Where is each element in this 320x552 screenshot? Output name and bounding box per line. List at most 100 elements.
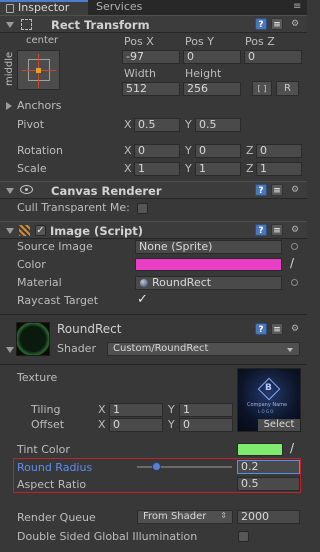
rect-transform-header[interactable]: Rect Transform ? ≡ ⚙: [0, 15, 307, 33]
source-image-label: Source Image: [17, 240, 93, 253]
raycast-target-checkbox[interactable]: ✓: [137, 292, 148, 307]
preset-icon[interactable]: ≡: [271, 184, 283, 196]
material-label: Material: [17, 276, 62, 289]
image-script-header[interactable]: ✓ Image (Script) ? ≡ ⚙: [0, 221, 307, 239]
pos-y-field[interactable]: 0: [183, 50, 241, 64]
texture-slot[interactable]: B Company Name L O G O Select: [237, 368, 301, 432]
chevron-updown-icon: ⇕: [220, 511, 227, 520]
foldout-arrow-icon[interactable]: [6, 228, 14, 234]
scale-z-field[interactable]: 1: [256, 162, 302, 176]
pos-x-field[interactable]: -97: [122, 50, 180, 64]
tint-color-swatch[interactable]: [237, 443, 283, 456]
eyedropper-icon[interactable]: /: [290, 441, 294, 455]
double-sided-gi-checkbox[interactable]: [238, 531, 249, 542]
tiling-y-label: Y: [168, 403, 175, 416]
rot-y-label: Y: [185, 144, 192, 157]
settings-gear-icon[interactable]: ⚙: [289, 184, 301, 196]
raw-edit-button[interactable]: R: [276, 81, 299, 96]
help-icon[interactable]: ?: [255, 323, 267, 335]
round-radius-field[interactable]: 0.2: [237, 460, 300, 474]
width-label: Width: [124, 67, 156, 80]
tiling-y-field[interactable]: 1: [179, 403, 233, 417]
tab-services-label: Services: [96, 0, 143, 13]
anchor-presets-button[interactable]: [17, 50, 60, 90]
scale-y-field[interactable]: 1: [195, 162, 241, 176]
pivot-y-label: Y: [185, 118, 192, 131]
source-image-field[interactable]: None (Sprite): [135, 240, 282, 254]
preset-icon[interactable]: ≡: [271, 224, 283, 236]
rot-y-field[interactable]: 0: [195, 144, 241, 158]
render-queue-mode-dropdown[interactable]: From Shader ⇕: [137, 510, 233, 524]
rot-x-field[interactable]: 0: [134, 144, 180, 158]
tab-inspector[interactable]: Inspector: [0, 0, 88, 15]
canvas-renderer-header[interactable]: Canvas Renderer ? ≡ ⚙: [0, 181, 307, 199]
pivot-label: Pivot: [17, 118, 45, 131]
help-icon[interactable]: ?: [255, 184, 267, 196]
logo-tagline-text: L O G O: [258, 409, 274, 414]
tiling-x-field[interactable]: 1: [109, 403, 163, 417]
round-radius-slider-thumb[interactable]: [152, 462, 161, 471]
tiling-label: Tiling: [31, 403, 61, 416]
blueprint-mode-button[interactable]: [ ]: [252, 81, 272, 96]
offset-x-label: X: [98, 418, 106, 431]
offset-x-field[interactable]: 0: [109, 418, 163, 432]
object-picker-icon[interactable]: [291, 279, 298, 286]
help-icon[interactable]: ?: [255, 224, 267, 236]
aspect-ratio-field[interactable]: 0.5: [237, 477, 300, 491]
material-field[interactable]: RoundRect: [135, 276, 282, 290]
component-title: Canvas Renderer: [51, 184, 162, 198]
tint-color-label: Tint Color: [17, 443, 70, 456]
tab-inspector-label: Inspector: [18, 1, 70, 14]
rot-z-field[interactable]: 0: [256, 144, 302, 158]
foldout-arrow-icon[interactable]: [6, 347, 14, 353]
tab-services[interactable]: Services: [88, 0, 158, 15]
render-queue-mode-value: From Shader: [143, 511, 207, 522]
pivot-x-field[interactable]: 0.5: [134, 118, 180, 132]
logo-company-text: Company Name: [247, 402, 288, 408]
offset-y-field[interactable]: 0: [179, 418, 233, 432]
pos-z-field[interactable]: 0: [244, 50, 302, 64]
section-divider: [0, 314, 307, 315]
color-swatch[interactable]: [135, 258, 282, 271]
scale-x-field[interactable]: 1: [134, 162, 180, 176]
rotation-label: Rotation: [17, 144, 64, 157]
eyedropper-icon[interactable]: /: [290, 256, 294, 270]
tab-menu-icon[interactable]: ≡: [293, 1, 301, 12]
material-preview-icon: [16, 322, 50, 356]
preset-icon[interactable]: ≡: [271, 18, 283, 30]
anchor-v-label: middle: [4, 51, 15, 86]
image-component-icon: [19, 225, 30, 236]
round-radius-label: Round Radius: [17, 461, 93, 474]
preset-icon[interactable]: ≡: [271, 323, 283, 335]
anchors-foldout-icon[interactable]: [6, 102, 12, 110]
component-enabled-checkbox[interactable]: ✓: [35, 225, 46, 236]
width-field[interactable]: 512: [122, 82, 180, 96]
select-button[interactable]: Select: [258, 419, 300, 431]
offset-y-label: Y: [168, 418, 175, 431]
cull-transparent-checkbox[interactable]: [137, 203, 148, 214]
settings-gear-icon[interactable]: ⚙: [289, 323, 301, 335]
inspector-tab-icon: [6, 4, 14, 13]
height-field[interactable]: 256: [183, 82, 241, 96]
pivot-y-field[interactable]: 0.5: [195, 118, 241, 132]
object-picker-icon[interactable]: [291, 243, 298, 250]
anchors-label[interactable]: Anchors: [17, 99, 62, 112]
foldout-arrow-icon[interactable]: [6, 22, 14, 28]
component-title: Image (Script): [50, 224, 144, 238]
chevron-down-icon: [287, 348, 293, 352]
texture-label: Texture: [17, 371, 58, 384]
material-sphere-icon: [140, 279, 148, 287]
settings-gear-icon[interactable]: ⚙: [289, 18, 301, 30]
render-queue-field[interactable]: 2000: [237, 510, 300, 524]
raycast-target-label: Raycast Target: [17, 294, 99, 307]
scale-z-label: Z: [246, 162, 254, 175]
material-value: RoundRect: [152, 276, 212, 289]
shader-dropdown[interactable]: Custom/RoundRect: [107, 342, 300, 356]
section-divider: [0, 364, 307, 365]
tiling-x-label: X: [98, 403, 106, 416]
settings-gear-icon[interactable]: ⚙: [289, 224, 301, 236]
help-icon[interactable]: ?: [255, 18, 267, 30]
foldout-arrow-icon[interactable]: [6, 188, 14, 194]
scale-x-label: X: [124, 162, 132, 175]
component-title: Rect Transform: [51, 18, 150, 32]
